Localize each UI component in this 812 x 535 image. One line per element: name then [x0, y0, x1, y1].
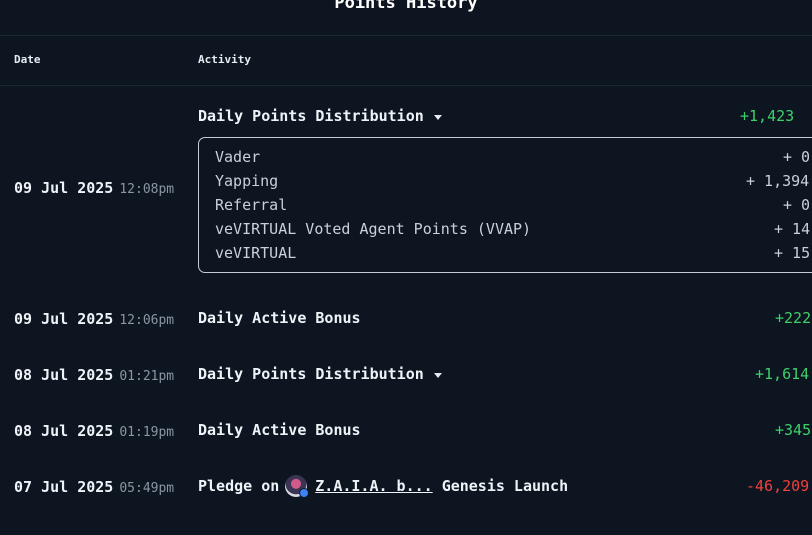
date-text: 07 Jul 2025	[14, 478, 114, 496]
time-text: 12:08pm	[119, 182, 175, 197]
breakdown-value: + 15	[774, 244, 811, 262]
table-header: Date Activity	[0, 35, 812, 86]
column-header-date: Date	[14, 53, 41, 66]
activity-label: Daily Points Distribution	[198, 365, 424, 383]
breakdown-value: + 0	[783, 196, 811, 214]
row-date: 09 Jul 2025 12:08pm	[14, 178, 174, 197]
breakdown-value: + 14	[774, 220, 811, 238]
chevron-down-icon[interactable]	[433, 114, 442, 120]
row-date: 08 Jul 2025 01:19pm	[14, 421, 174, 440]
activity-suffix: Genesis Launch	[441, 477, 569, 495]
points-amount: -46,209	[746, 477, 810, 495]
activity-pledge: Pledge on Z.A.I.A. b... Genesis Launch	[198, 475, 569, 498]
breakdown-row: Referral + 0	[215, 196, 812, 220]
breakdown-row: Vader + 0	[215, 148, 812, 172]
row-date: 07 Jul 2025 05:49pm	[14, 477, 174, 496]
breakdown-label: veVIRTUAL	[215, 244, 297, 262]
points-amount: +222	[775, 309, 812, 327]
breakdown-value: + 0	[783, 148, 811, 166]
verified-badge-icon	[299, 488, 310, 498]
breakdown-row: veVIRTUAL Voted Agent Points (VVAP) + 14	[215, 220, 812, 244]
date-text: 09 Jul 2025	[14, 179, 114, 197]
row-date: 09 Jul 2025 12:06pm	[14, 309, 174, 328]
activity-label: Daily Active Bonus	[198, 421, 361, 439]
time-text: 12:06pm	[119, 313, 175, 328]
activity-daily-active-bonus: Daily Active Bonus	[198, 309, 361, 327]
activity-daily-active-bonus: Daily Active Bonus	[198, 421, 361, 439]
agent-avatar-icon[interactable]	[285, 475, 310, 498]
breakdown-row: Yapping + 1,394	[215, 172, 812, 196]
activity-daily-points-distribution[interactable]: Daily Points Distribution	[198, 365, 442, 383]
date-text: 08 Jul 2025	[14, 422, 114, 440]
activity-daily-points-distribution[interactable]: Daily Points Distribution	[198, 107, 442, 125]
date-text: 09 Jul 2025	[14, 310, 114, 328]
breakdown-row: veVIRTUAL + 15	[215, 244, 812, 268]
activity-label: Daily Points Distribution	[198, 107, 424, 125]
date-text: 08 Jul 2025	[14, 366, 114, 384]
breakdown-label: veVIRTUAL Voted Agent Points (VVAP)	[215, 220, 532, 238]
points-breakdown-panel: Vader + 0 Yapping + 1,394 Referral + 0 v…	[198, 137, 812, 273]
activity-label: Daily Active Bonus	[198, 309, 361, 327]
chevron-down-icon[interactable]	[433, 372, 442, 378]
points-history-page: Points History Date Activity 09 Jul 2025…	[0, 0, 812, 535]
time-text: 01:19pm	[119, 425, 175, 440]
page-title: Points History	[334, 0, 478, 13]
column-header-activity: Activity	[198, 53, 251, 66]
breakdown-label: Referral	[215, 196, 288, 214]
agent-link[interactable]: Z.A.I.A. b...	[315, 477, 432, 495]
row-date: 08 Jul 2025 01:21pm	[14, 365, 174, 384]
points-amount: +1,614	[755, 365, 810, 383]
time-text: 05:49pm	[119, 481, 175, 496]
activity-prefix: Pledge on	[198, 477, 280, 495]
breakdown-label: Yapping	[215, 172, 279, 190]
points-amount: +345	[775, 421, 812, 439]
time-text: 01:21pm	[119, 369, 175, 384]
points-amount: +1,423	[740, 107, 795, 125]
breakdown-label: Vader	[215, 148, 261, 166]
breakdown-value: + 1,394	[746, 172, 810, 190]
